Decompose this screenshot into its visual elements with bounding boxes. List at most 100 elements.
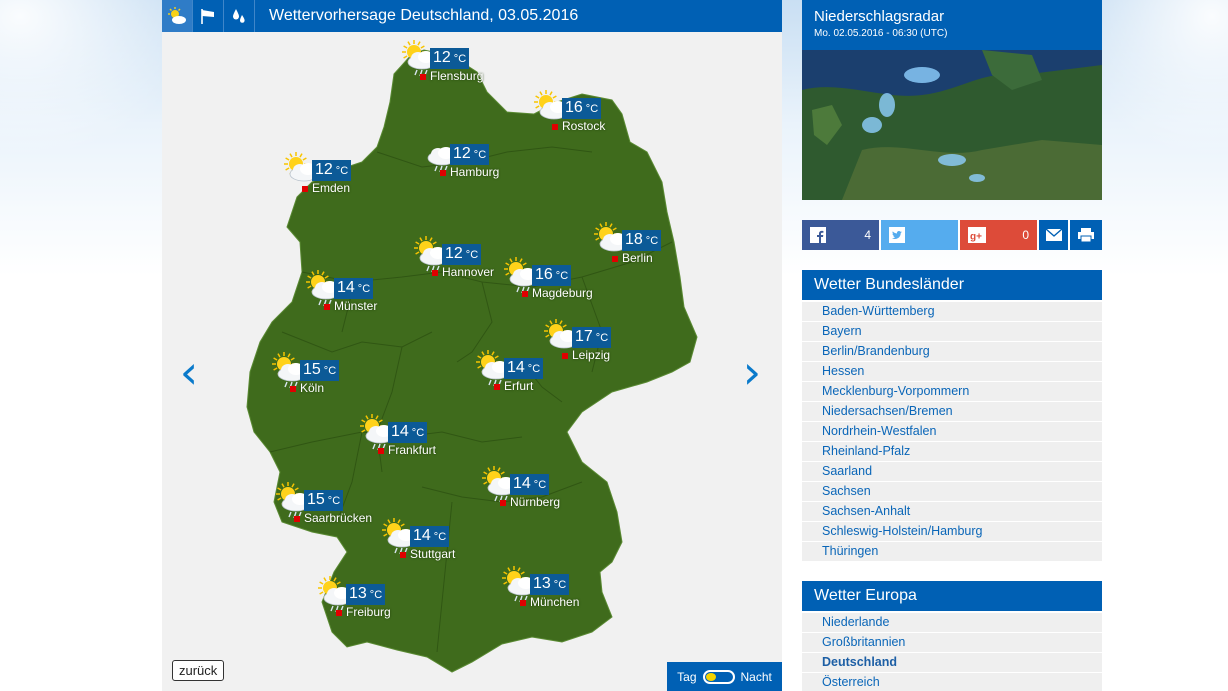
- bl-item[interactable]: Mecklenburg-Vorpommern: [802, 382, 1102, 402]
- temperature-value: 12: [445, 245, 463, 262]
- facebook-share-count: 4: [864, 228, 871, 242]
- wind-mode-button[interactable]: [193, 0, 224, 32]
- temperature-value: 15: [303, 361, 321, 378]
- eu-item[interactable]: Großbritannien: [802, 633, 1102, 653]
- city-name: Emden: [312, 181, 351, 195]
- bl-item[interactable]: Schleswig-Holstein/Hamburg: [802, 522, 1102, 542]
- svg-text:g+: g+: [970, 232, 982, 243]
- temperature-badge: 15 °C: [304, 490, 344, 511]
- temperature-value: 13: [349, 585, 367, 602]
- city-location-dot: [324, 304, 330, 310]
- city-name: Erfurt: [504, 379, 534, 393]
- city-name: Berlin: [622, 251, 653, 265]
- temperature-badge: 15 °C: [300, 360, 340, 381]
- temperature-unit: °C: [465, 249, 479, 261]
- eu-item[interactable]: Niederlande: [802, 613, 1102, 633]
- temperature-value: 14: [513, 475, 531, 492]
- temperature-unit: °C: [595, 332, 609, 344]
- city-location-dot: [302, 186, 308, 192]
- temperature-badge: 14 °C: [510, 474, 550, 495]
- city-name: Köln: [300, 381, 325, 395]
- temperature-badge: 14 °C: [388, 422, 428, 443]
- day-night-toggle-bar: Tag Nacht: [667, 662, 782, 691]
- email-share-button[interactable]: [1039, 220, 1070, 250]
- temperature-badge: 13 °C: [530, 574, 570, 595]
- city-location-dot: [420, 74, 426, 80]
- print-button[interactable]: [1070, 220, 1102, 250]
- temperature-unit: °C: [453, 53, 467, 65]
- bl-item[interactable]: Niedersachsen/Bremen: [802, 402, 1102, 422]
- twitter-share-button[interactable]: [881, 220, 960, 250]
- temperature-value: 14: [507, 359, 525, 376]
- radar-title: Niederschlagsradar: [814, 8, 945, 25]
- city-name: Flensburg: [430, 69, 484, 83]
- twitter-icon: [889, 227, 905, 243]
- city-location-dot: [612, 256, 618, 262]
- facebook-share-button[interactable]: 4: [802, 220, 881, 250]
- city-location-dot: [336, 610, 342, 616]
- bl-item[interactable]: Berlin/Brandenburg: [802, 342, 1102, 362]
- bl-item[interactable]: Rheinland-Pfalz: [802, 442, 1102, 462]
- back-button[interactable]: zurück: [172, 660, 225, 681]
- temperature-unit: °C: [555, 270, 569, 282]
- sun-cloud-icon: [168, 7, 186, 24]
- temperature-badge: 13 °C: [346, 584, 386, 605]
- googleplus-icon: g+: [968, 227, 986, 243]
- toggle-knob: [705, 672, 716, 681]
- europa-list: Niederlande Großbritannien Deutschland Öste…: [802, 611, 1102, 691]
- bl-item[interactable]: Saarland: [802, 462, 1102, 482]
- googleplus-share-count: 0: [1022, 228, 1029, 242]
- city-location-dot: [378, 448, 384, 454]
- bundeslaender-list: Baden-Württemberg Bayern Berlin/Brandenbur…: [802, 300, 1102, 562]
- city-location-dot: [562, 353, 568, 359]
- temperature-unit: °C: [553, 579, 567, 591]
- temperature-unit: °C: [357, 283, 371, 295]
- city-name: Leipzig: [572, 348, 611, 362]
- temperature-badge: 16 °C: [532, 265, 572, 286]
- temperature-unit: °C: [527, 363, 541, 375]
- precipitation-radar-panel[interactable]: Niederschlagsradar Mo. 02.05.2016 - 06:3…: [802, 0, 1102, 200]
- temperature-value: 17: [575, 328, 593, 345]
- city-name: Hannover: [442, 265, 495, 279]
- city-name: Rostock: [562, 119, 606, 133]
- bl-item[interactable]: Nordrhein-Westfalen: [802, 422, 1102, 442]
- next-day-arrow[interactable]: ›: [737, 349, 767, 395]
- city-location-dot: [552, 124, 558, 130]
- city-name: München: [530, 595, 580, 609]
- temperature-value: 12: [315, 161, 333, 178]
- temperature-badge: 18 °C: [622, 230, 662, 251]
- temperature-unit: °C: [327, 495, 341, 507]
- temperature-value: 18: [625, 231, 643, 248]
- bl-item[interactable]: Baden-Württemberg: [802, 302, 1102, 322]
- bl-item[interactable]: Hessen: [802, 362, 1102, 382]
- temperature-badge: 14 °C: [334, 278, 374, 299]
- day-night-switch[interactable]: [702, 669, 735, 684]
- city-location-dot: [494, 384, 500, 390]
- bl-item[interactable]: Sachsen-Anhalt: [802, 502, 1102, 522]
- printer-icon: [1078, 228, 1094, 243]
- bl-item[interactable]: Thüringen: [802, 542, 1102, 562]
- germany-map-shape: [246, 49, 698, 673]
- previous-day-arrow[interactable]: ‹: [174, 349, 204, 395]
- temperature-badge: 14 °C: [504, 358, 544, 379]
- eu-item[interactable]: Österreich: [802, 673, 1102, 691]
- eu-item[interactable]: Deutschland: [802, 653, 1102, 673]
- city-location-dot: [522, 291, 528, 297]
- temperature-unit: °C: [473, 149, 487, 161]
- temperature-badge: 12 °C: [450, 144, 490, 165]
- bl-item[interactable]: Sachsen: [802, 482, 1102, 502]
- temperature-value: 15: [307, 491, 325, 508]
- temperature-unit: °C: [411, 427, 425, 439]
- day-label: Tag: [677, 669, 697, 684]
- googleplus-share-button[interactable]: g+ 0: [960, 220, 1039, 250]
- weather-mode-button[interactable]: [162, 0, 193, 32]
- precipitation-mode-button[interactable]: [224, 0, 255, 32]
- bundeslaender-box: Wetter Bundesländer Baden-Württemberg Bay…: [802, 270, 1102, 562]
- radar-map-image[interactable]: [802, 50, 1102, 200]
- temperature-value: 14: [337, 279, 355, 296]
- bl-item[interactable]: Bayern: [802, 322, 1102, 342]
- temperature-badge: 16 °C: [562, 98, 602, 119]
- city-location-dot: [500, 500, 506, 506]
- temperature-value: 12: [453, 145, 471, 162]
- temperature-badge: 14 °C: [410, 526, 450, 547]
